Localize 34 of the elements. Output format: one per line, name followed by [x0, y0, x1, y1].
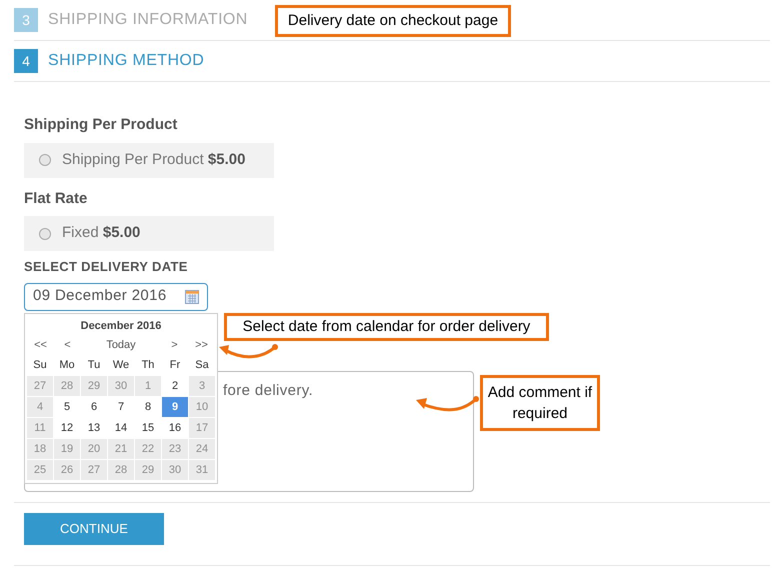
step-title[interactable]: SHIPPING METHOD — [48, 49, 204, 73]
weekday-label: Su — [32, 358, 48, 373]
calendar-nav[interactable]: < — [54, 337, 81, 354]
weekday-label: Sa — [194, 358, 210, 373]
weekday-label: We — [112, 358, 130, 373]
calendar-icon[interactable] — [185, 290, 199, 304]
method-option[interactable]: Shipping Per Product $5.00 — [24, 142, 274, 178]
comment-text: fore delivery. — [223, 380, 314, 400]
method-option[interactable]: Fixed $5.00 — [24, 216, 274, 251]
annotation-label: Delivery date on checkout page — [275, 5, 511, 37]
calendar-nav[interactable]: > — [161, 337, 188, 354]
method-heading: Flat Rate — [24, 188, 88, 208]
weekday-label: Tu — [86, 358, 102, 373]
calendar-nav[interactable]: << — [27, 337, 54, 354]
annotation-label: Select date from calendar for order delivery — [224, 313, 549, 341]
step-number: 4 — [14, 49, 38, 73]
weekday-label: Th — [140, 358, 156, 373]
continue-button[interactable]: CONTINUE — [24, 512, 164, 544]
option-label: Fixed $5.00 — [62, 223, 140, 244]
calendar-month: December 2016 — [80, 319, 162, 334]
weekday-label: Mo — [58, 358, 76, 373]
date-field[interactable]: 09 December 2016 — [24, 282, 208, 310]
radio-button[interactable] — [39, 228, 51, 240]
radio-button[interactable] — [39, 154, 51, 166]
annotation-label: Add comment if required — [480, 375, 600, 431]
calendar-nav[interactable]: >> — [188, 337, 215, 354]
option-label: Shipping Per Product $5.00 — [62, 150, 246, 170]
method-heading: Shipping Per Product — [24, 115, 178, 135]
calendar-nav[interactable]: Today — [81, 337, 161, 354]
step-title[interactable]: SHIPPING INFORMATION — [48, 8, 248, 32]
calendar-day[interactable]: 9 — [162, 397, 188, 417]
weekday-label: Fr — [168, 358, 182, 373]
field-label: SELECT DELIVERY DATE — [24, 258, 189, 276]
step-number: 3 — [14, 8, 38, 32]
